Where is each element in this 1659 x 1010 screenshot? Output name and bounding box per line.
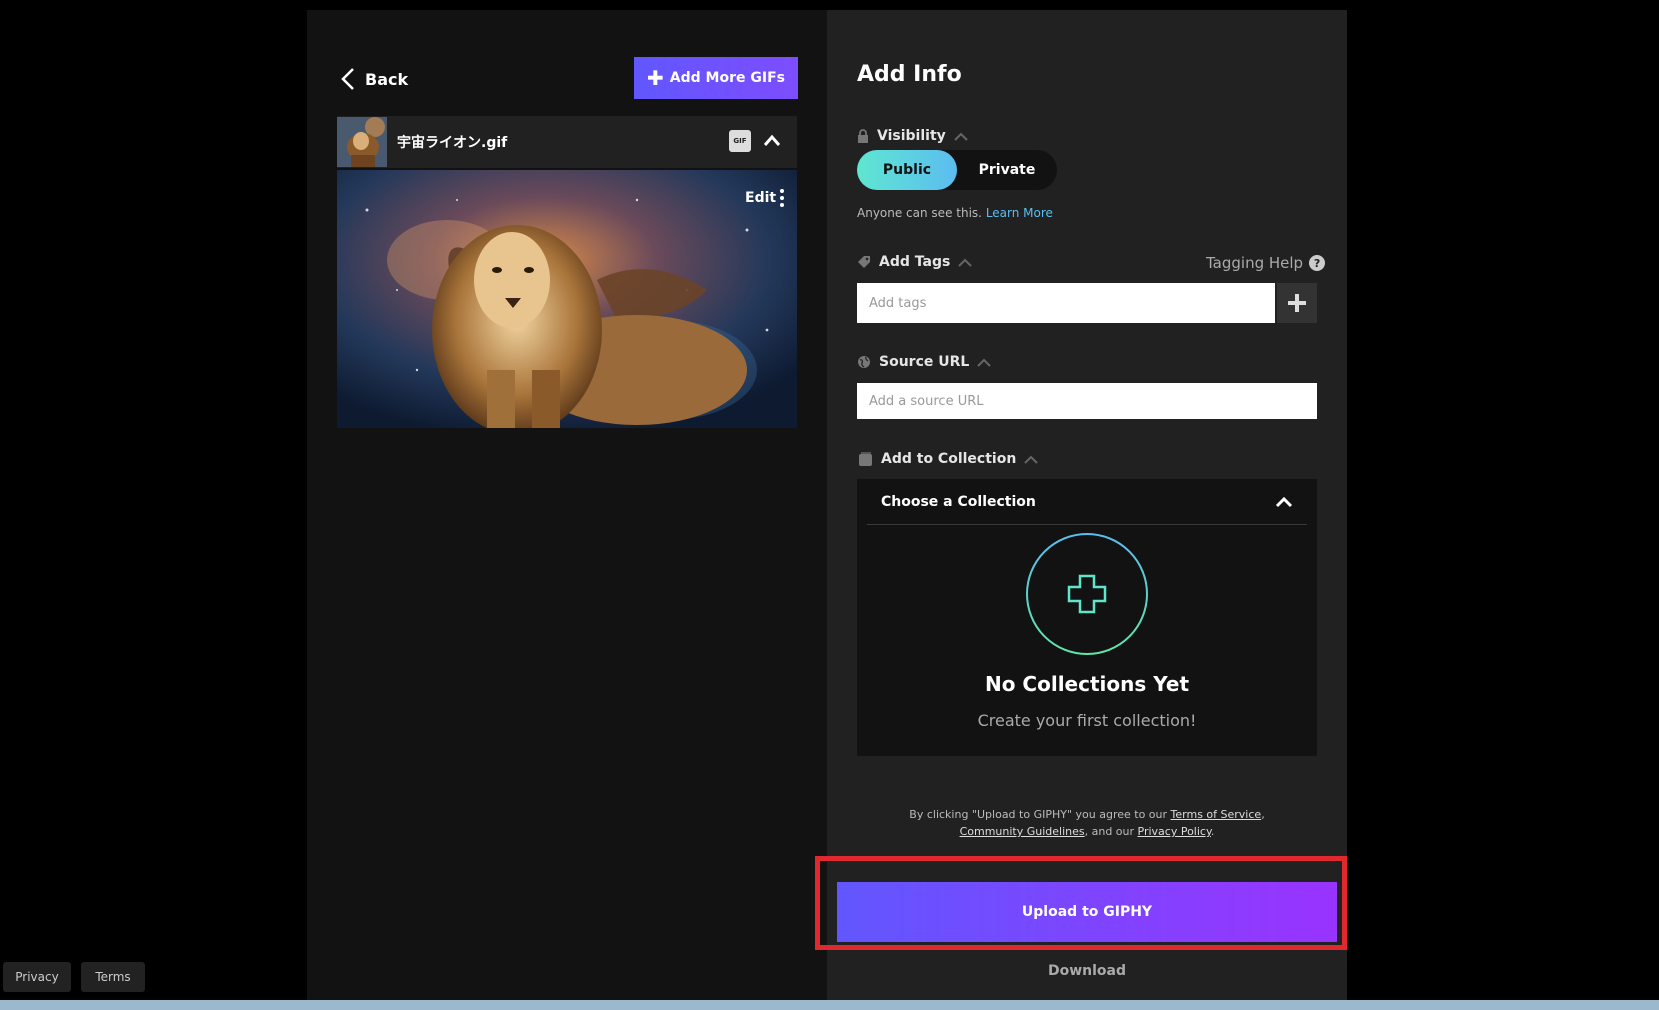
plus-icon: ✚	[647, 66, 664, 90]
chevron-left-icon	[341, 68, 354, 90]
gif-badge-icon: GIF	[729, 130, 751, 152]
collection-label-row: Add to Collection	[857, 451, 1039, 467]
tagging-help-link[interactable]: Tagging Help ?	[1206, 254, 1326, 272]
tags-label-row: Add Tags	[857, 254, 973, 270]
gif-preview: Edit	[337, 170, 797, 428]
tags-label: Add Tags	[879, 254, 951, 270]
public-option[interactable]: Public	[857, 150, 957, 190]
privacy-link[interactable]: Privacy	[3, 962, 71, 992]
legal-middle: , and our	[1084, 825, 1138, 838]
tags-input[interactable]	[857, 283, 1275, 323]
bottom-strip	[0, 1000, 1659, 1010]
add-tag-button[interactable]	[1277, 283, 1317, 323]
chevron-up-icon[interactable]	[954, 132, 968, 141]
visibility-note: Anyone can see this. Learn More	[857, 206, 1053, 220]
tagging-help-label: Tagging Help	[1206, 254, 1304, 272]
visibility-label-row: Visibility	[857, 128, 968, 144]
collection-label: Add to Collection	[881, 451, 1017, 467]
visibility-toggle: Public Private	[857, 150, 1057, 190]
source-url-input[interactable]	[857, 383, 1317, 419]
legal-notice: By clicking "Upload to GIPHY" you agree …	[867, 806, 1307, 840]
tag-icon	[858, 256, 870, 268]
collection-selector: Choose a Collection No Collections Yet C…	[857, 479, 1317, 756]
terms-of-service-link[interactable]: Terms of Service	[1171, 808, 1262, 821]
empty-collections-title: No Collections Yet	[984, 672, 1190, 696]
choose-collection-label: Choose a Collection	[881, 493, 1036, 510]
file-thumbnail	[337, 117, 387, 167]
empty-collections-subtitle: Create your first collection!	[977, 711, 1197, 730]
more-vertical-icon[interactable]	[779, 188, 785, 208]
gif-preview-image	[337, 170, 797, 428]
chevron-up-icon[interactable]	[1024, 455, 1039, 464]
choose-collection-dropdown[interactable]: Choose a Collection	[867, 479, 1307, 525]
visibility-note-text: Anyone can see this.	[857, 206, 982, 220]
plus-icon	[1288, 294, 1306, 312]
legal-comma: ,	[1261, 808, 1265, 821]
plus-icon	[1067, 574, 1107, 614]
private-option[interactable]: Private	[957, 150, 1057, 190]
terms-link[interactable]: Terms	[81, 962, 145, 992]
chevron-up-icon[interactable]	[977, 358, 992, 367]
file-row[interactable]: 宇宙ライオン.gif GIF	[337, 116, 797, 168]
add-more-label: Add More GIFs	[669, 70, 785, 86]
back-button[interactable]: Back	[341, 67, 408, 91]
legal-prefix: By clicking "Upload to GIPHY" you agree …	[909, 808, 1171, 821]
source-label-row: Source URL	[857, 354, 992, 370]
question-circle-icon: ?	[1309, 255, 1326, 271]
download-link[interactable]: Download	[827, 963, 1347, 979]
chevron-up-icon[interactable]	[763, 133, 781, 147]
chevron-up-icon[interactable]	[958, 258, 973, 267]
gif-editor-panel: Back ✚ Add More GIFs 宇宙ライオン.gif GIF Edit	[307, 10, 827, 1000]
back-label: Back	[365, 69, 409, 89]
create-collection-button[interactable]	[1025, 532, 1149, 656]
privacy-policy-link[interactable]: Privacy Policy	[1138, 825, 1211, 838]
add-info-panel: Add Info Visibility Public Private Anyon…	[815, 10, 1347, 1000]
globe-icon	[858, 356, 870, 368]
file-name: 宇宙ライオン.gif	[397, 135, 508, 151]
add-more-gifs-button[interactable]: ✚ Add More GIFs	[634, 57, 798, 99]
collection-icon	[859, 452, 872, 466]
edit-button[interactable]: Edit	[745, 190, 776, 206]
legal-end: .	[1210, 825, 1215, 838]
community-guidelines-link[interactable]: Community Guidelines	[960, 825, 1085, 838]
visibility-label: Visibility	[877, 128, 946, 144]
chevron-up-icon	[1275, 496, 1293, 507]
lock-icon	[858, 129, 868, 143]
source-label: Source URL	[879, 354, 970, 370]
learn-more-link[interactable]: Learn More	[986, 206, 1053, 220]
upload-to-giphy-button[interactable]: Upload to GIPHY	[837, 882, 1337, 942]
page-title: Add Info	[857, 62, 962, 87]
